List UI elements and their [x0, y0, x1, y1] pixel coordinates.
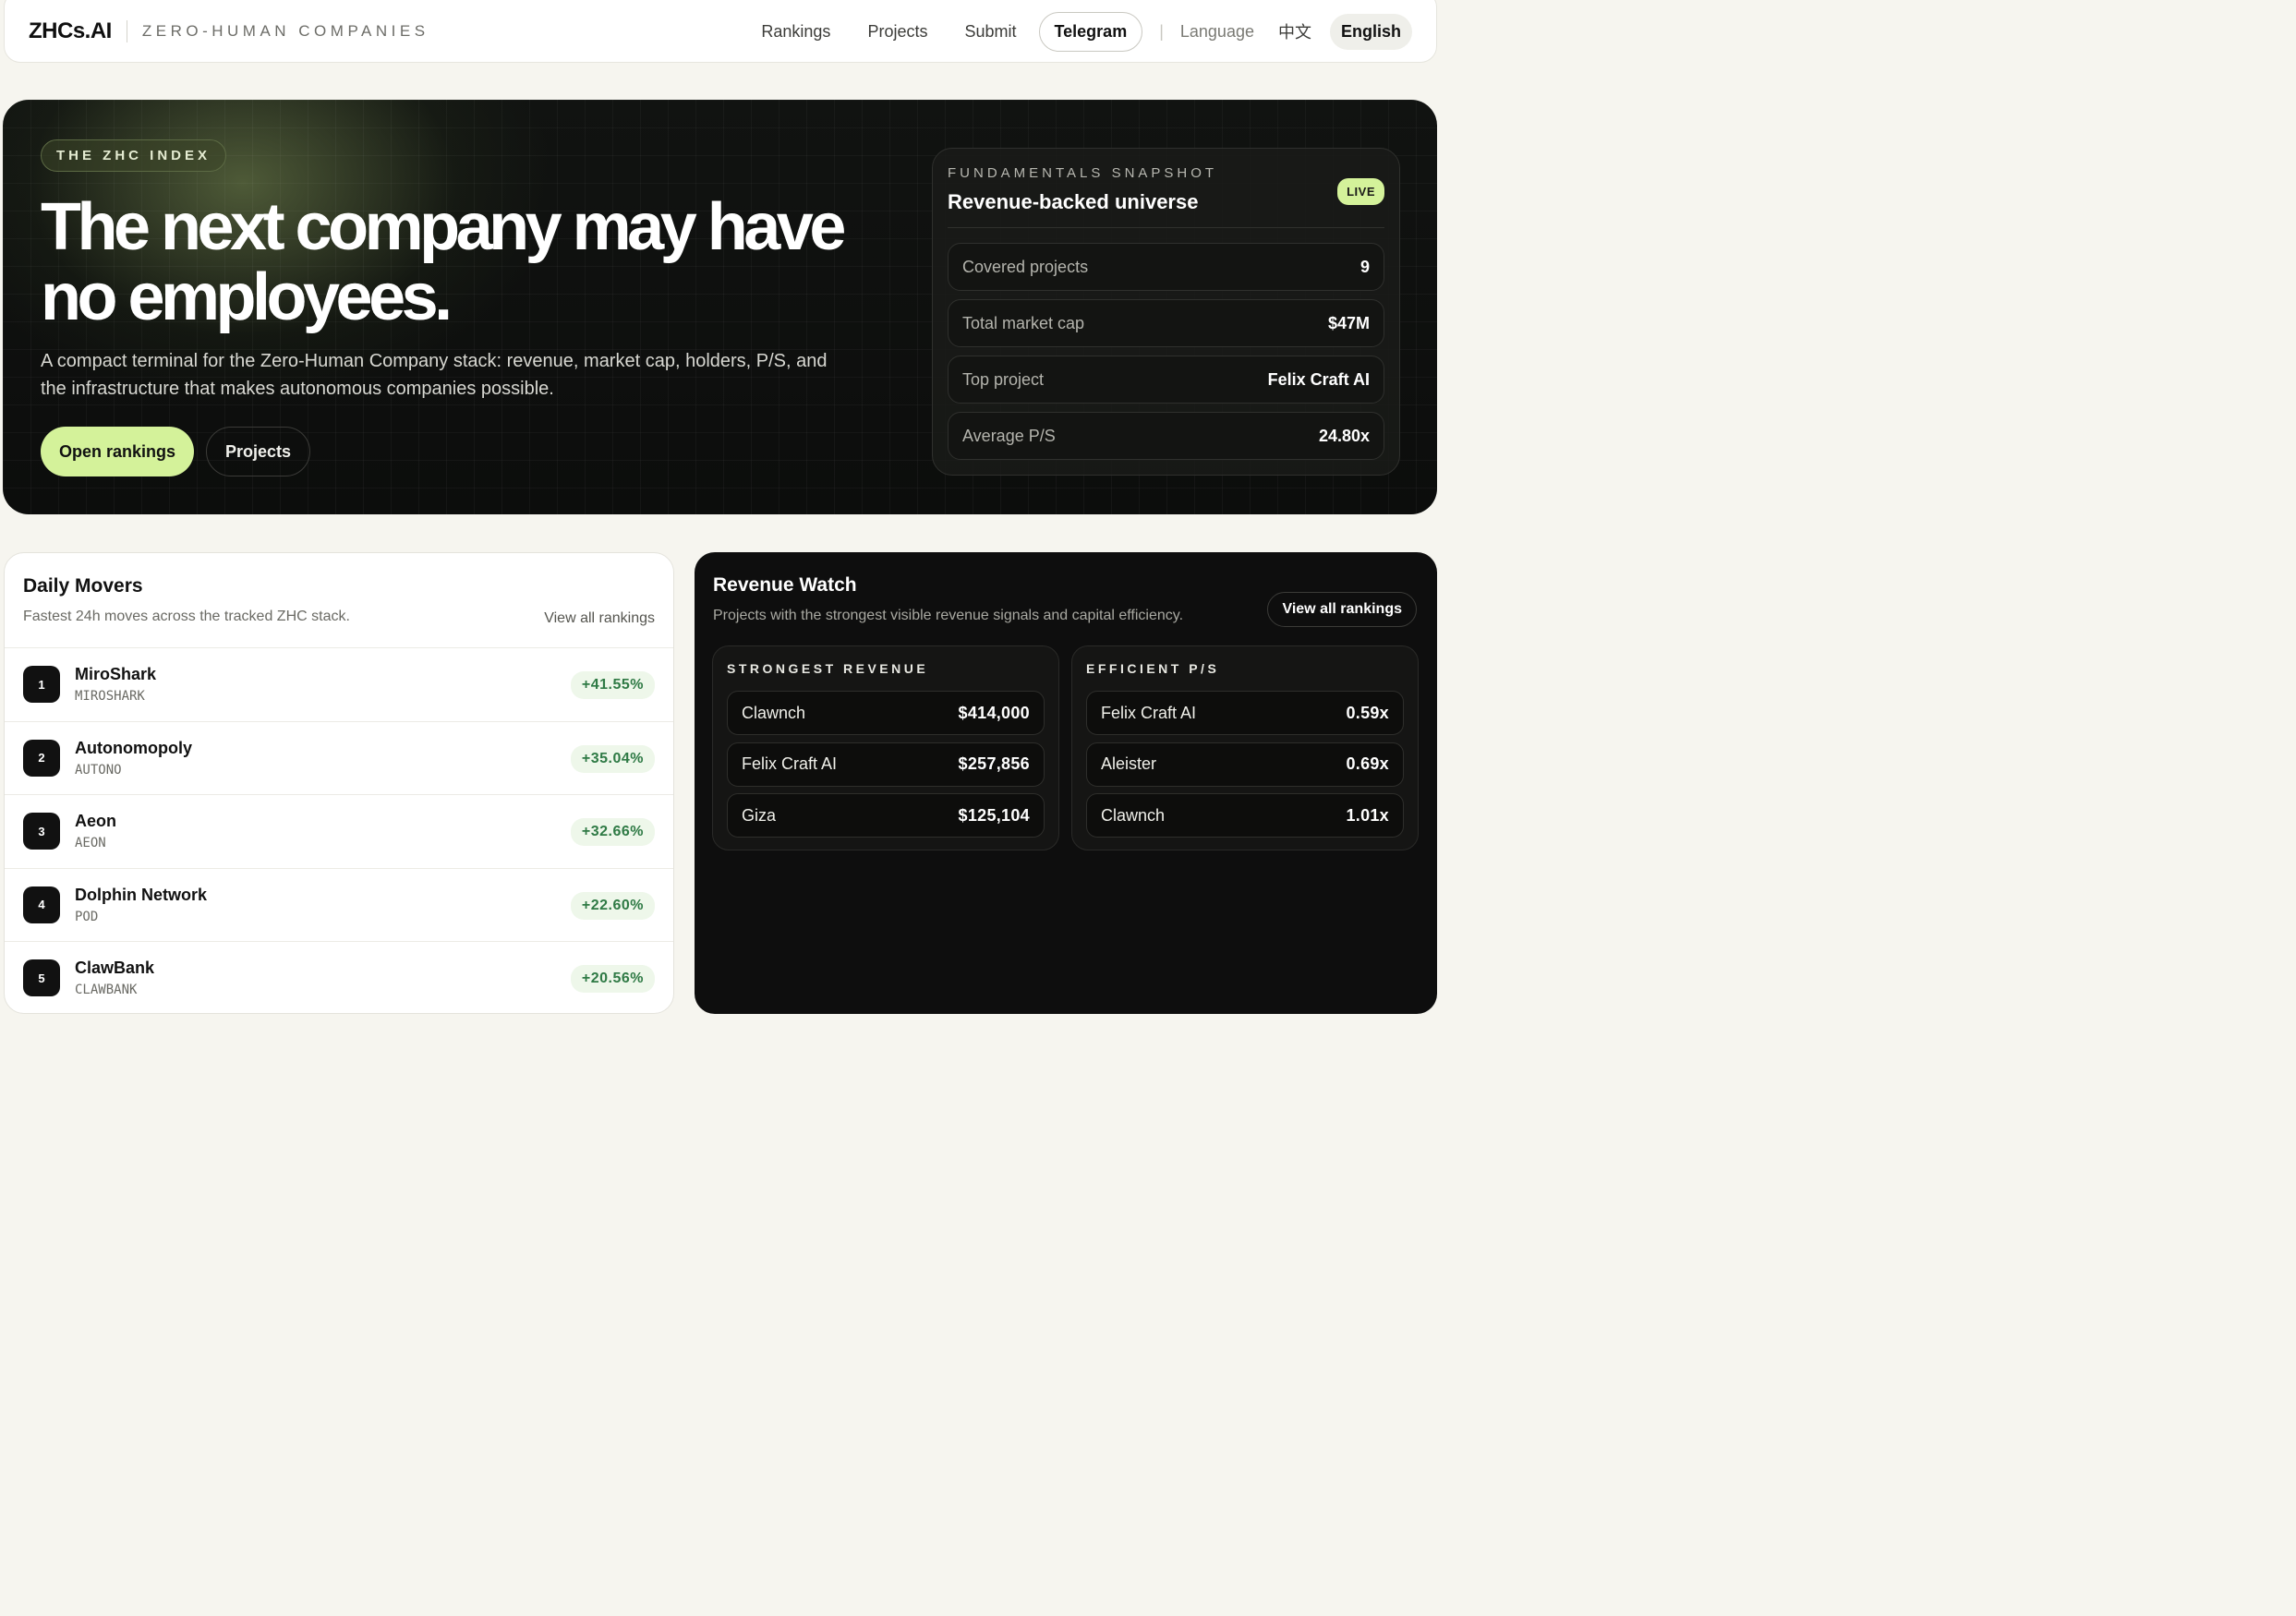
hero-title: The next company may have no employees.	[41, 190, 846, 334]
list-item[interactable]: 2 Autonomopoly AUTONO +35.04%	[5, 720, 673, 795]
rank-badge: 1	[23, 666, 60, 704]
snapshot-row-total-market-cap: Total market cap $47M	[948, 299, 1384, 347]
mover-name-block: Autonomopoly AUTONO	[75, 739, 192, 778]
project-value: $414,000	[958, 703, 1030, 722]
nav-link-submit[interactable]: Submit	[964, 22, 1016, 42]
mover-name-block: Aeon AEON	[75, 812, 116, 850]
watch-title: Revenue Watch	[713, 574, 857, 596]
hero-badge: THE ZHC INDEX	[41, 139, 227, 172]
snapshot-row-label: Covered projects	[962, 257, 1089, 276]
table-row[interactable]: Felix Craft AI 0.59x	[1086, 691, 1404, 735]
snapshot-kicker: FUNDAMENTALS SNAPSHOT	[948, 165, 1218, 181]
language-label: Language	[1179, 21, 1254, 41]
mover-ticker: POD	[75, 909, 99, 924]
efficient-ps-card: EFFICIENT P/S Felix Craft AI 0.59x Aleis…	[1071, 645, 1419, 850]
daily-movers-card: Daily Movers Fastest 24h moves across th…	[4, 552, 674, 1014]
telegram-button[interactable]: Telegram	[1038, 11, 1143, 52]
rank-badge: 2	[23, 739, 60, 777]
movers-title: Daily Movers	[23, 575, 143, 597]
tagline: ZERO-HUMAN COMPANIES	[141, 22, 429, 40]
snapshot-row-value: 9	[1359, 257, 1370, 276]
watch-subtitle: Projects with the strongest visible reve…	[713, 608, 1184, 623]
table-row[interactable]: Aleister 0.69x	[1086, 742, 1404, 787]
project-value: 1.01x	[1346, 805, 1389, 825]
list-item[interactable]: 1 MiroShark MIROSHARK +41.55%	[5, 647, 673, 721]
open-rankings-button[interactable]: Open rankings	[41, 427, 195, 476]
list-item[interactable]: 4 Dolphin Network POD +22.60%	[5, 867, 673, 942]
efficient-ps-kicker: EFFICIENT P/S	[1086, 661, 1220, 676]
mover-name-block: Dolphin Network POD	[75, 886, 207, 924]
project-value: 0.59x	[1346, 703, 1389, 722]
mover-name: Aeon	[75, 812, 116, 831]
table-row[interactable]: Giza $125,104	[727, 793, 1045, 838]
rank-badge: 3	[23, 813, 60, 850]
snapshot-row-covered-projects: Covered projects 9	[948, 243, 1384, 291]
list-item[interactable]: 3 Aeon AEON +32.66%	[5, 794, 673, 868]
snapshot-row-value: $47M	[1327, 313, 1370, 332]
strongest-revenue-kicker: STRONGEST REVENUE	[727, 661, 929, 676]
mover-name: ClawBank	[75, 959, 155, 978]
project-name: Aleister	[1101, 754, 1157, 773]
change-badge: +20.56%	[570, 965, 655, 993]
nav-link-rankings[interactable]: Rankings	[761, 22, 830, 42]
live-badge: LIVE	[1337, 178, 1384, 205]
snapshot-row-average-ps: Average P/S 24.80x	[948, 412, 1384, 460]
strongest-revenue-card: STRONGEST REVENUE Clawnch $414,000 Felix…	[712, 645, 1059, 850]
snapshot-row-label: Average P/S	[962, 426, 1056, 445]
rank-badge: 4	[23, 886, 60, 923]
snapshot-row-label: Total market cap	[962, 313, 1085, 332]
mover-ticker: CLAWBANK	[75, 983, 138, 998]
language-en-button[interactable]: English	[1329, 13, 1412, 50]
hero-description: A compact terminal for the Zero-Human Co…	[41, 351, 828, 399]
mover-name-block: MiroShark MIROSHARK	[75, 665, 156, 704]
snapshot-row-top-project: Top project Felix Craft AI	[948, 356, 1384, 404]
top-nav: ZHCs.AI ZERO-HUMAN COMPANIES Rankings Pr…	[4, 0, 1437, 63]
mover-name-block: ClawBank CLAWBANK	[75, 959, 154, 997]
mover-name: Autonomopoly	[75, 738, 192, 757]
change-badge: +22.60%	[570, 891, 655, 920]
hero-section: THE ZHC INDEX The next company may have …	[3, 100, 1437, 514]
project-name: Felix Craft AI	[1101, 703, 1197, 722]
change-badge: +35.04%	[570, 744, 655, 773]
fundamentals-snapshot-card: FUNDAMENTALS SNAPSHOT Revenue-backed uni…	[932, 148, 1400, 476]
snapshot-row-value: Felix Craft AI	[1267, 369, 1370, 389]
watch-view-all-button[interactable]: View all rankings	[1267, 592, 1417, 627]
nav-links: Rankings Projects Submit Telegram | Lang…	[761, 11, 1412, 52]
snapshot-title: Revenue-backed universe	[948, 190, 1199, 213]
snapshot-row-label: Top project	[962, 369, 1045, 389]
snapshot-divider	[948, 227, 1384, 228]
change-badge: +41.55%	[570, 671, 655, 699]
movers-subtitle: Fastest 24h moves across the tracked ZHC…	[23, 609, 350, 624]
project-value: 0.69x	[1346, 754, 1389, 773]
projects-button[interactable]: Projects	[206, 427, 311, 476]
mover-ticker: AUTONO	[75, 762, 122, 778]
rank-badge: 5	[23, 959, 60, 997]
mover-ticker: AEON	[75, 836, 106, 851]
project-name: Clawnch	[742, 703, 806, 722]
snapshot-row-value: 24.80x	[1318, 426, 1370, 445]
logo[interactable]: ZHCs.AI	[29, 18, 112, 44]
mover-ticker: MIROSHARK	[75, 689, 145, 705]
language-zh-button[interactable]: 中文	[1278, 19, 1311, 43]
mover-name: Dolphin Network	[75, 885, 207, 904]
movers-view-all-link[interactable]: View all rankings	[544, 610, 655, 627]
movers-list: 1 MiroShark MIROSHARK +41.55% 2 Autonomo…	[5, 647, 673, 1013]
project-value: $257,856	[958, 754, 1030, 773]
list-item[interactable]: 5 ClawBank CLAWBANK +20.56%	[5, 941, 673, 1013]
project-value: $125,104	[958, 805, 1030, 825]
project-name: Giza	[742, 805, 777, 825]
change-badge: +32.66%	[570, 818, 655, 846]
nav-divider: |	[1159, 21, 1164, 41]
mover-name: MiroShark	[75, 665, 157, 684]
table-row[interactable]: Clawnch $414,000	[727, 691, 1045, 735]
nav-link-projects[interactable]: Projects	[867, 22, 927, 42]
revenue-watch-card: Revenue Watch Projects with the stronges…	[695, 552, 1437, 1014]
project-name: Felix Craft AI	[742, 754, 838, 773]
project-name: Clawnch	[1101, 805, 1166, 825]
table-row[interactable]: Felix Craft AI $257,856	[727, 742, 1045, 787]
table-row[interactable]: Clawnch 1.01x	[1086, 793, 1404, 838]
